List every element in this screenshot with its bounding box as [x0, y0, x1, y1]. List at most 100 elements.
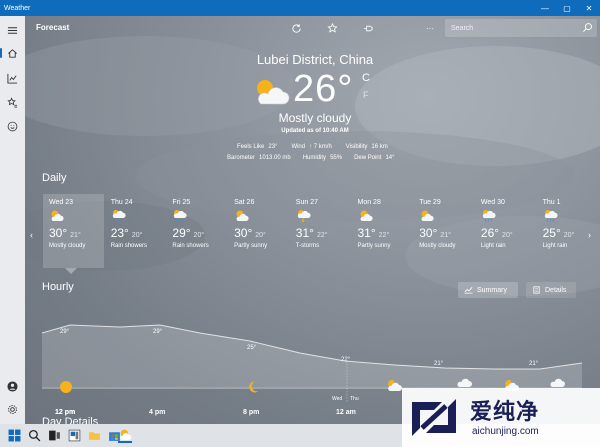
refresh-button[interactable]	[287, 20, 305, 36]
day-temps: 30° 21°	[49, 226, 104, 240]
unit-celsius-toggle[interactable]: C	[362, 72, 370, 84]
day-condition: Mostly cloudy	[49, 243, 86, 249]
day-temps: 26° 20°	[481, 226, 536, 240]
nav-smiley-button[interactable]	[2, 116, 23, 136]
forecast-topbar: Forecast ··· Search	[25, 16, 600, 40]
high-temp: 30°	[49, 226, 68, 240]
day-condition: Light rain	[542, 243, 568, 249]
day-temps: 31° 22°	[358, 226, 413, 240]
maximize-button[interactable]: ▢	[556, 0, 578, 16]
humidity-value: 55%	[330, 155, 343, 161]
low-temp: 20°	[193, 232, 205, 239]
details-toggle-button[interactable]: Details	[526, 282, 576, 298]
day-condition: Light rain	[480, 243, 506, 249]
nav-historical-button[interactable]	[2, 68, 23, 88]
hourly-temp-label: 29°	[153, 329, 163, 335]
document-icon	[533, 286, 540, 294]
search-placeholder: Search	[451, 24, 474, 32]
favorite-button[interactable]	[323, 20, 341, 36]
avatar-icon	[7, 380, 18, 392]
day-name: Wed 23	[49, 199, 73, 206]
day-details-title: Day Details	[42, 416, 99, 424]
pin-icon	[363, 25, 373, 31]
day-temps: 29° 20°	[172, 226, 227, 240]
low-temp: 22°	[316, 232, 328, 239]
barometer-label: Barometer	[227, 155, 256, 161]
page-title: Forecast	[36, 23, 70, 32]
more-options-button[interactable]: ···	[421, 20, 439, 36]
nav-favorites-button[interactable]	[2, 92, 23, 112]
low-temp: 20°	[502, 232, 513, 239]
task-view-button[interactable]	[46, 427, 62, 443]
high-temp: 30°	[234, 226, 253, 240]
day-name: Mon 28	[357, 199, 381, 206]
wind-value: ↑ 7 km/h	[309, 144, 332, 150]
day-condition: T-storms	[295, 243, 320, 249]
night-cloudy-icon	[388, 379, 402, 391]
wind-label: Wind	[291, 144, 306, 150]
daily-forecast-day[interactable]: Fri 25 29° 20° Rain showers	[166, 194, 227, 268]
hamburger-menu-icon[interactable]	[2, 20, 23, 40]
current-condition: Mostly cloudy	[278, 111, 352, 125]
daily-forecast-day[interactable]: Thu 24 23° 20° Rain showers	[105, 194, 166, 268]
line-chart-icon	[464, 287, 473, 294]
minimize-button[interactable]: —	[534, 0, 556, 16]
daily-forecast-day[interactable]: Sat 26 30° 20° Partly sunny	[228, 194, 289, 268]
feels-like-value: 23°	[268, 144, 278, 150]
unit-fahrenheit-toggle[interactable]: F	[363, 90, 369, 100]
hourly-temp-label: 22°	[341, 357, 351, 363]
high-temp: 25°	[542, 226, 561, 240]
settings-button[interactable]	[2, 399, 23, 419]
hour-time-label: 12 pm	[55, 409, 76, 416]
high-temp: 31°	[295, 226, 314, 240]
chart-icon	[7, 73, 18, 84]
hourly-temp-label: 25°	[247, 345, 257, 351]
weather-app-button[interactable]	[118, 427, 132, 443]
window-title: Weather	[4, 4, 31, 12]
widgets-button[interactable]	[66, 427, 82, 443]
rain-icon	[172, 209, 188, 222]
daily-scroll-left-icon[interactable]: ‹	[30, 230, 33, 240]
day-condition: Partly sunny	[357, 243, 391, 249]
low-temp: 21°	[440, 232, 451, 239]
taskbar-search-button[interactable]	[26, 427, 42, 443]
day-name: Sun 27	[295, 199, 318, 206]
windows-logo-icon	[8, 429, 20, 441]
partly-cloudy-icon	[234, 209, 250, 222]
day-condition: Rain showers	[172, 243, 209, 249]
search-box[interactable]: Search	[445, 19, 597, 37]
watermark-text: 爱纯净	[470, 399, 540, 424]
star-icon	[326, 22, 338, 33]
partly-cloudy-icon	[419, 209, 435, 222]
dew-point-value: 14°	[385, 155, 395, 161]
pin-button[interactable]	[359, 20, 377, 36]
search-icon[interactable]	[582, 22, 593, 33]
navigation-rail	[0, 16, 25, 424]
theme-button[interactable]	[391, 20, 409, 36]
storm-icon	[296, 209, 312, 223]
daily-forecast-day[interactable]: Thu 1 25° 20° Light rain	[537, 194, 598, 268]
daily-forecast-day[interactable]: Mon 28 31° 22° Partly sunny	[352, 194, 413, 268]
day-name: Tue 29	[419, 199, 441, 206]
visibility-value: 16 km	[371, 144, 388, 150]
rain-icon	[481, 209, 497, 222]
daily-forecast-day[interactable]: Tue 29 30° 21° Mostly cloudy	[413, 194, 474, 268]
start-button[interactable]	[6, 427, 22, 443]
daily-forecast-day[interactable]: Sun 27 31° 22° T-storms	[290, 194, 351, 268]
high-temp: 23°	[110, 226, 129, 240]
updated-time: Updated as of 10:40 AM	[281, 128, 349, 134]
home-icon	[8, 48, 17, 58]
gear-icon	[8, 404, 17, 414]
nav-forecast-button[interactable]	[0, 43, 23, 63]
explorer-button[interactable]	[86, 427, 102, 443]
moon-icon	[396, 23, 401, 33]
rain-icon	[543, 209, 559, 222]
account-avatar[interactable]	[2, 376, 23, 396]
daily-forecast-day[interactable]: Wed 30 26° 20° Light rain	[475, 194, 536, 268]
hourly-temp-label: 21°	[434, 361, 444, 367]
visibility-label: Visibility	[345, 144, 368, 150]
close-button[interactable]: ✕	[578, 0, 600, 16]
day-temps: 30° 21°	[419, 226, 474, 240]
summary-toggle-button[interactable]: Summary	[458, 282, 518, 298]
daily-forecast-day[interactable]: Wed 23 30° 21° Mostly cloudy	[43, 194, 104, 274]
